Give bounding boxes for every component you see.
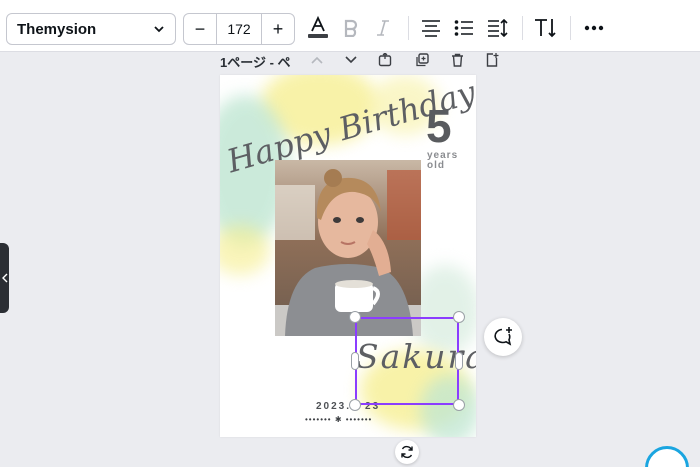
toolbar-divider [522, 16, 523, 40]
move-page-down-button[interactable] [342, 52, 360, 68]
alignment-button[interactable] [417, 14, 445, 42]
bullet-list-icon [454, 20, 473, 36]
add-page-notes-button[interactable] [376, 52, 394, 68]
font-family-dropdown[interactable]: Themysion [6, 13, 176, 45]
spacing-button[interactable] [484, 14, 512, 42]
resize-handle-top-left[interactable] [349, 311, 361, 323]
chevron-down-icon [154, 26, 164, 33]
resize-handle-left[interactable] [351, 352, 359, 370]
line-spacing-icon [488, 19, 508, 37]
bold-icon [344, 19, 358, 37]
delete-page-button[interactable] [448, 52, 466, 68]
child-portrait-image [275, 160, 421, 336]
text-color-button[interactable] [304, 14, 332, 42]
text-color-icon [308, 15, 328, 38]
align-center-icon [422, 20, 440, 37]
age-caption[interactable]: years old [427, 151, 458, 171]
text-effects-button[interactable] [532, 14, 560, 42]
trash-icon [451, 53, 463, 67]
help-button[interactable] [645, 446, 689, 467]
page-header: 1ページ - ペ [220, 52, 510, 70]
duplicate-page-button[interactable] [413, 52, 431, 68]
text-direction-icon [535, 19, 556, 38]
page-add-icon [378, 53, 392, 67]
resize-handle-top-right[interactable] [453, 311, 465, 323]
decrease-font-size-button[interactable]: − [184, 14, 216, 44]
chevron-down-icon [345, 56, 357, 64]
add-comment-button[interactable] [484, 318, 522, 356]
toolbar-divider [408, 16, 409, 40]
side-panel-toggle[interactable] [0, 243, 9, 313]
rotate-icon [401, 445, 413, 459]
italic-button[interactable] [369, 14, 397, 42]
date-prefix: 2023. [316, 401, 352, 412]
page-title[interactable]: 1ページ - ペ [220, 52, 298, 71]
duplicate-icon [416, 53, 429, 67]
chevron-left-icon [1, 273, 7, 283]
text-selection-box[interactable] [355, 317, 459, 405]
more-dots-icon [584, 25, 604, 31]
add-page-icon [486, 53, 499, 67]
font-size-input[interactable]: 172 [216, 14, 262, 44]
child-photo[interactable] [275, 160, 421, 336]
editor-toolbar: Themysion − 172 + [0, 0, 700, 52]
comment-add-icon [494, 327, 512, 346]
italic-icon [377, 20, 389, 36]
chevron-up-icon [311, 56, 323, 64]
age-number-text[interactable]: 5 [426, 103, 452, 149]
resize-handle-bottom-left[interactable] [349, 399, 361, 411]
more-options-button[interactable] [580, 14, 608, 42]
decorative-dots: ••••••• ✱ ••••••• [305, 415, 373, 424]
toolbar-divider [570, 16, 571, 40]
rotate-handle[interactable] [395, 440, 419, 464]
font-size-stepper: − 172 + [183, 13, 295, 45]
move-page-up-button[interactable] [308, 52, 326, 68]
watercolor-yellow-left [220, 225, 270, 275]
font-family-value: Themysion [17, 20, 97, 38]
bold-button[interactable] [337, 14, 365, 42]
increase-font-size-button[interactable]: + [262, 14, 294, 44]
resize-handle-bottom-right[interactable] [453, 399, 465, 411]
add-page-button[interactable] [483, 52, 501, 68]
old-text: old [427, 160, 445, 171]
list-button[interactable] [450, 14, 478, 42]
resize-handle-right[interactable] [455, 352, 463, 370]
